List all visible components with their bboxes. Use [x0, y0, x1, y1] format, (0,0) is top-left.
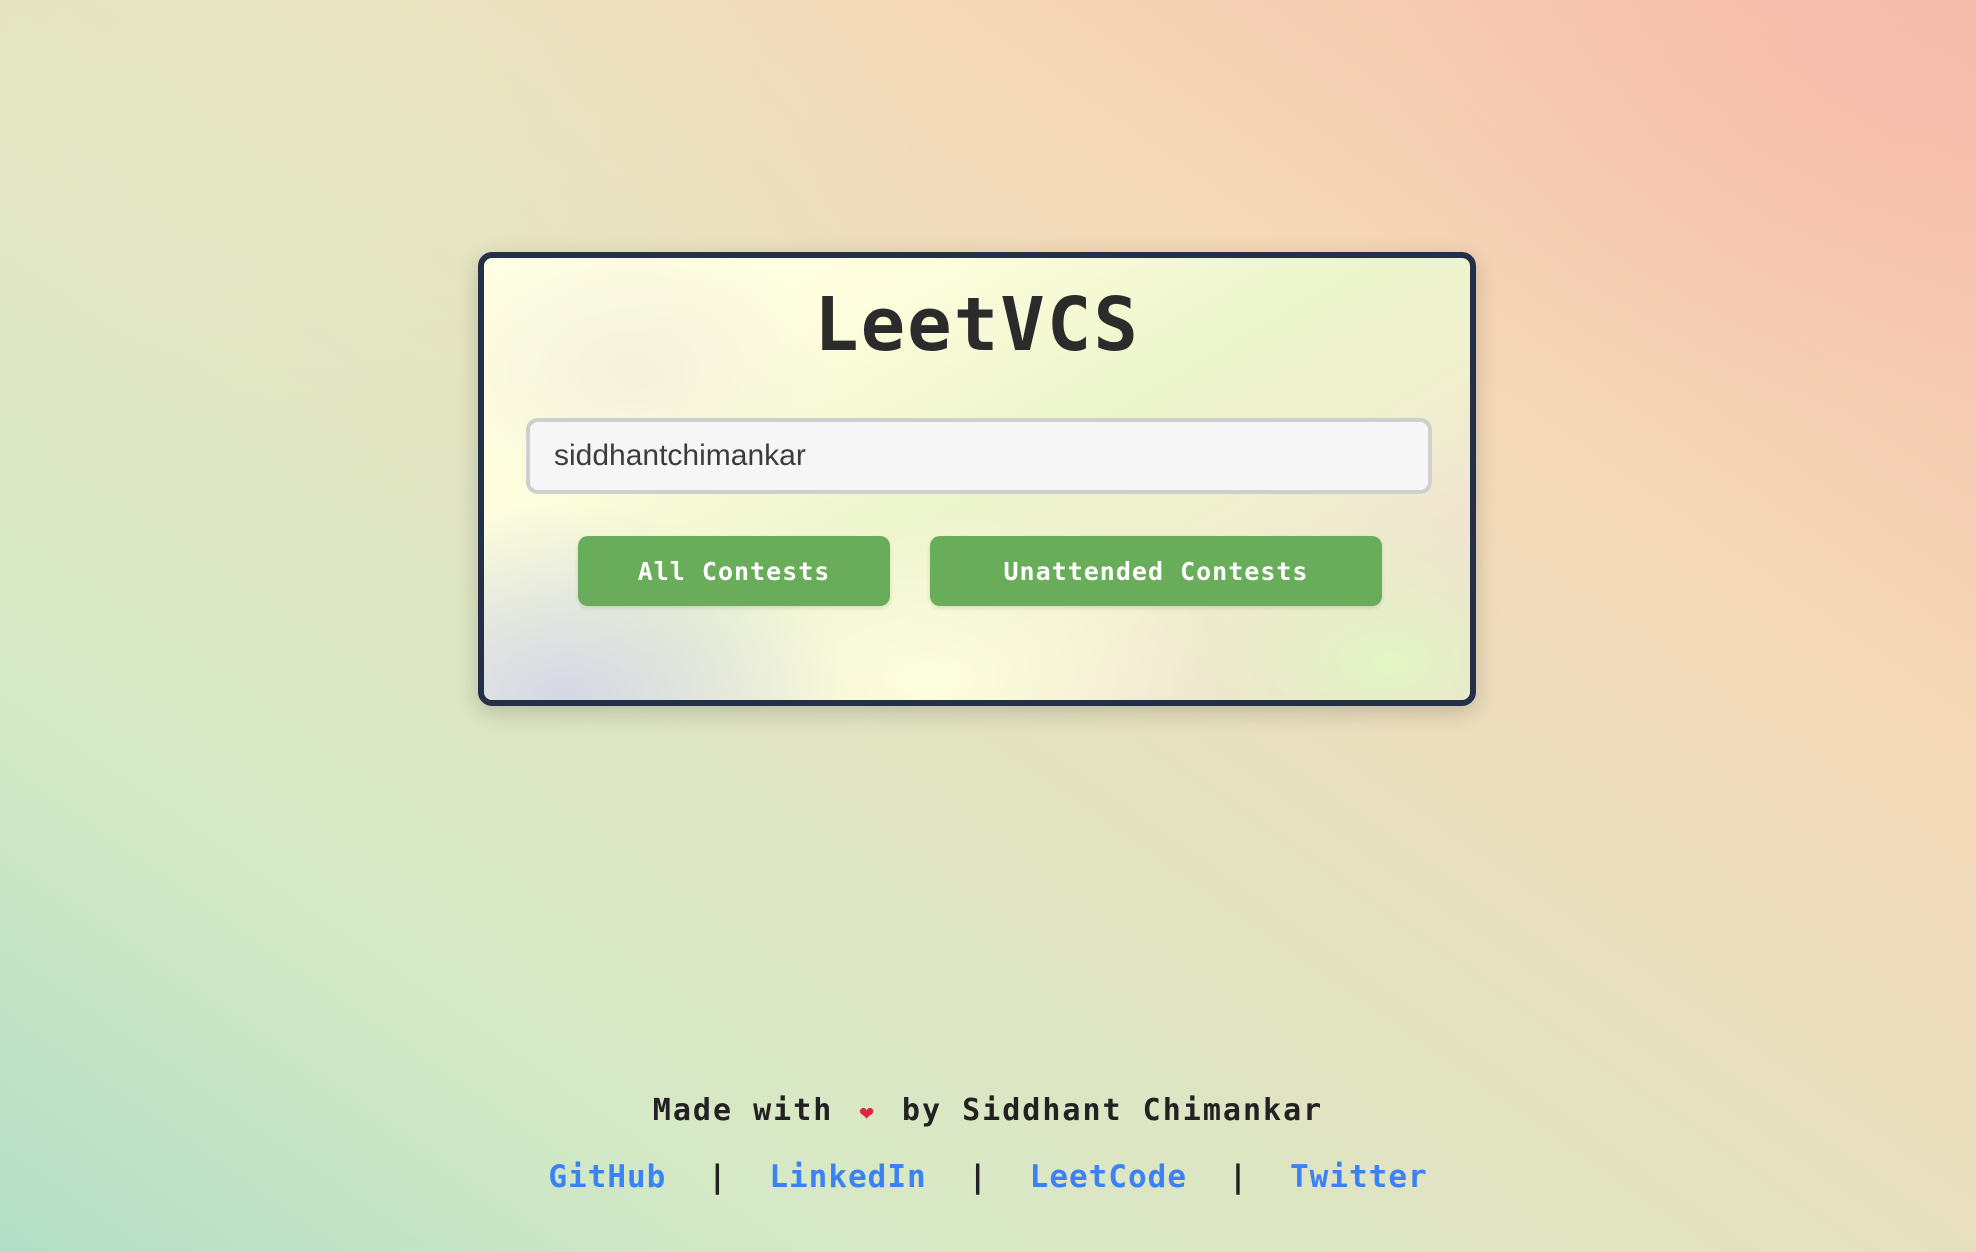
footer: Made with ❤ by Siddhant Chimankar GitHub…: [0, 1088, 1976, 1200]
link-separator: |: [968, 1159, 988, 1195]
github-link[interactable]: GitHub: [548, 1159, 666, 1195]
app-title: LeetVCS: [814, 282, 1140, 368]
heart-icon: ❤: [859, 1097, 876, 1126]
made-with-prefix: Made with: [652, 1093, 834, 1128]
username-input[interactable]: [526, 418, 1432, 494]
twitter-link[interactable]: Twitter: [1290, 1159, 1428, 1195]
link-separator: |: [1228, 1159, 1249, 1195]
made-with-suffix: by Siddhant Chimankar: [901, 1093, 1324, 1128]
all-contests-button[interactable]: All Contests: [578, 536, 890, 606]
main-card: LeetVCS All Contests Unattended Contests: [478, 252, 1476, 706]
leetcode-link[interactable]: LeetCode: [1030, 1159, 1187, 1195]
social-links: GitHub | LinkedIn | LeetCode | Twitter: [0, 1154, 1976, 1200]
linkedin-link[interactable]: LinkedIn: [769, 1159, 926, 1195]
link-separator: |: [708, 1159, 728, 1195]
made-with-credit: Made with ❤ by Siddhant Chimankar: [0, 1088, 1976, 1134]
unattended-contests-button[interactable]: Unattended Contests: [930, 536, 1382, 606]
